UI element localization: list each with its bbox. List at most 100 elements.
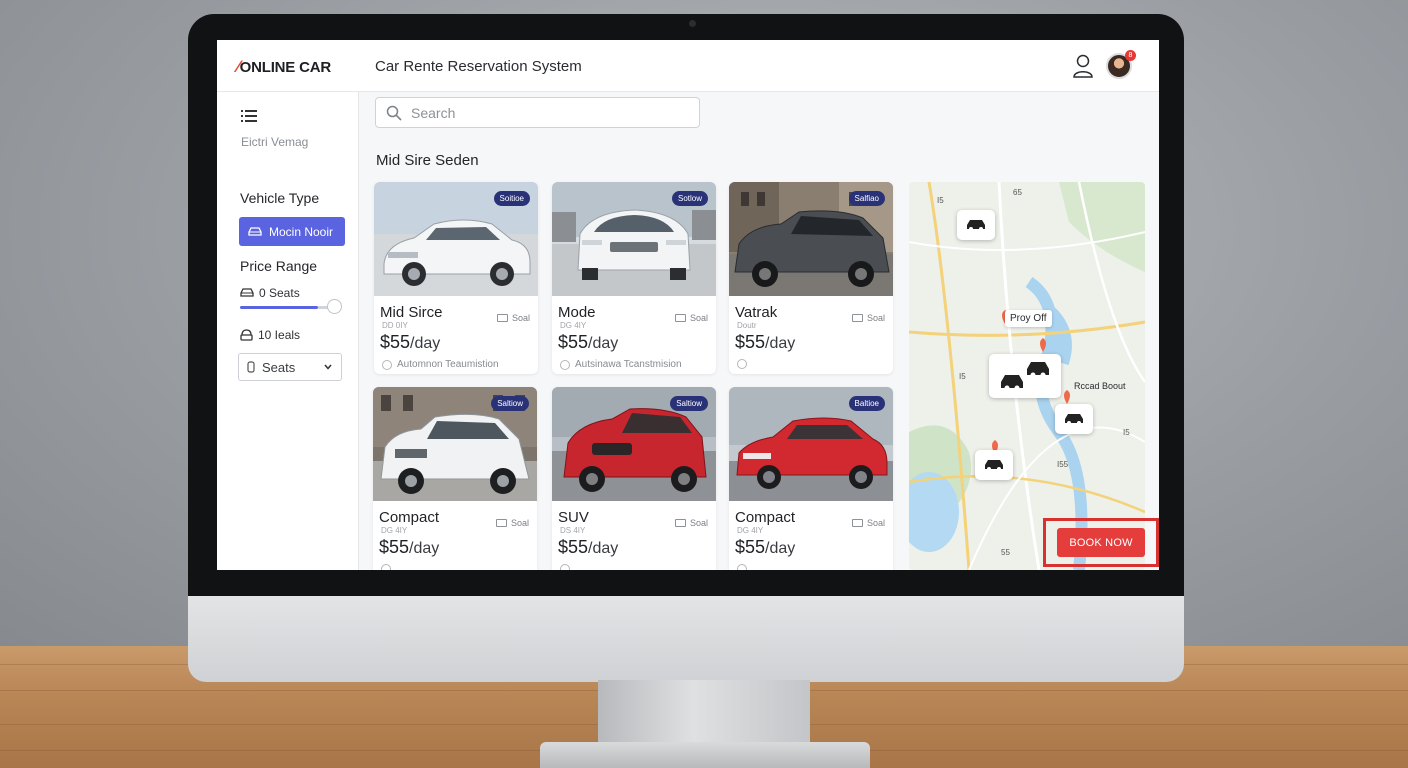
price-value: $55 [380, 332, 411, 352]
price-range-heading: Price Range [240, 258, 318, 274]
car-card[interactable]: Saltiow Compact Soal DG 4IY $55/day [373, 387, 537, 570]
car-subinfo: Doutr [737, 321, 757, 330]
map-car-marker-cluster[interactable] [989, 354, 1061, 398]
car-name: Vatrak [735, 304, 778, 321]
monitor-chin [188, 596, 1184, 682]
price-value: $55 [735, 537, 766, 557]
car-subinfo: DG 4IY [381, 526, 408, 535]
transmission-label: Automnon Teaumistion [397, 359, 499, 370]
feature-icon [851, 519, 863, 527]
car-transmission [381, 564, 396, 570]
price-value: $55 [379, 537, 410, 557]
price-slider-handle[interactable] [327, 299, 342, 314]
price-unit: /day [409, 540, 440, 557]
app-logo[interactable]: ⁄ONLINE CAR [237, 57, 331, 77]
section-title: Mid Sire Seden [376, 152, 479, 169]
feature-icon [674, 314, 686, 322]
car-feature: Soal [851, 518, 885, 528]
car-icon [240, 288, 254, 297]
car-price: $55/day [735, 332, 795, 353]
monitor-stand-base [540, 742, 870, 768]
price-option-seats[interactable]: 0 Seats [240, 286, 300, 300]
car-cluster-icon [1001, 362, 1049, 391]
vehicle-type-button[interactable]: Mocin Nooir [239, 217, 345, 246]
car-feature-label: Soal [689, 518, 708, 528]
transmission-icon [737, 564, 747, 570]
price-value: $55 [558, 537, 589, 557]
logo-text: ONLINE CAR [239, 59, 332, 76]
map-car-marker[interactable] [1055, 404, 1093, 434]
transmission-icon [737, 359, 747, 369]
menu-icon[interactable] [241, 110, 257, 122]
car-subinfo: DG 4IY [737, 526, 764, 535]
map-label-dropoff: Proy Off [1005, 310, 1052, 327]
feature-icon [495, 519, 507, 527]
car-transmission [737, 359, 752, 369]
car-feature: Soal [674, 518, 708, 528]
car-subinfo: DG 4IY [560, 321, 587, 330]
car-icon [1065, 414, 1083, 425]
car-transmission [560, 564, 575, 570]
car-badge: Saltiow [491, 396, 529, 411]
search-input[interactable]: Search [375, 97, 700, 128]
app-screen: ⁄ONLINE CAR Car Rente Reservation System… [217, 40, 1159, 570]
price-unit: /day [588, 335, 619, 352]
car-subinfo: DD 0IY [382, 321, 408, 330]
feature-icon [496, 314, 508, 322]
map-car-marker[interactable] [975, 450, 1013, 480]
chevron-down-icon [324, 364, 332, 370]
car-icon [248, 226, 262, 236]
transmission-icon [560, 359, 570, 370]
car-name: Compact [379, 509, 440, 526]
lock-icon [240, 329, 253, 341]
car-card[interactable]: Salfiao Vatrak Soal Doutr $55/day [729, 182, 893, 374]
route-label: I55 [1057, 460, 1069, 469]
car-feature-label: Soal [866, 313, 885, 323]
car-card[interactable]: Saltiow SUV Soal DS 4IY $55/day [552, 387, 716, 570]
route-label: I5 [1123, 428, 1130, 437]
search-placeholder: Search [411, 104, 456, 121]
map-car-marker[interactable] [957, 210, 995, 240]
car-transmission [737, 564, 752, 570]
book-now-button[interactable]: BOOK NOW [1057, 528, 1145, 557]
price-option-label: 0 Seats [259, 286, 300, 300]
location-map[interactable]: Proy Off Rccad Boout 65 I5 I5 I5 I55 55 [909, 182, 1145, 570]
car-name: Mid Sirce [380, 304, 443, 321]
seats-dropdown[interactable]: Seats [238, 353, 342, 381]
price-slider-fill [240, 306, 318, 309]
vehicle-type-label: Mocin Nooir [269, 224, 334, 239]
car-card[interactable]: Soitioe Mid Sirce Soal DD 0IY $55/day Au… [374, 182, 538, 374]
car-feature: Soal [496, 313, 530, 323]
price-option-ieals[interactable]: 10 Ieals [240, 328, 300, 342]
seat-icon [247, 361, 255, 373]
car-badge: Baltioe [848, 396, 885, 411]
car-price: $55/day [735, 537, 795, 558]
car-card[interactable]: Baltioe Compact Soal DG 4IY $55/day [729, 387, 893, 570]
price-unit: /day [765, 540, 796, 557]
car-feature-label: Soal [510, 518, 529, 528]
user-icon[interactable] [1072, 54, 1094, 78]
transmission-icon [560, 564, 570, 570]
map-label-road: Rccad Boout [1074, 381, 1126, 391]
car-feature: Soal [851, 313, 885, 323]
route-label: 55 [1001, 548, 1010, 557]
car-transmission: Autsinawa Tcanstmision [560, 359, 682, 370]
monitor-stand [598, 680, 810, 750]
car-feature-label: Soal [689, 313, 708, 323]
price-value: $55 [735, 332, 766, 352]
seats-dropdown-label: Seats [262, 359, 296, 375]
car-price: $55/day [558, 537, 618, 558]
car-name: Mode [558, 304, 596, 321]
car-card[interactable]: Sotlow Mode Soal DG 4IY $55/day Autsinaw… [552, 182, 716, 374]
sidebar-subtitle: Eictri Vemag [241, 135, 309, 149]
route-label: 65 [1013, 188, 1022, 197]
car-badge: Saltiow [670, 396, 708, 411]
webcam-dot [689, 20, 696, 27]
price-unit: /day [410, 335, 441, 352]
car-price: $55/day [380, 332, 440, 353]
notification-badge: 8 [1125, 50, 1136, 61]
car-icon [967, 220, 985, 231]
search-icon [386, 105, 402, 121]
transmission-icon [381, 564, 391, 570]
car-price: $55/day [558, 332, 618, 353]
